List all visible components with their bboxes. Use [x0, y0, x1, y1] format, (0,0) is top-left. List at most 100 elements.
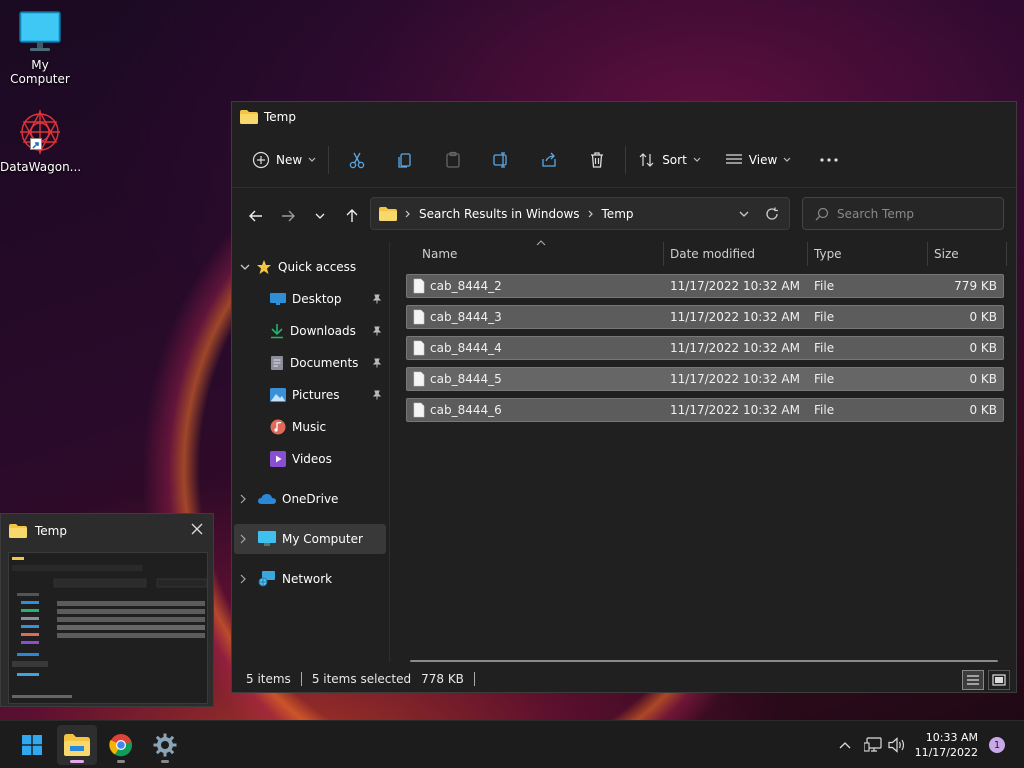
- file-name: cab_8444_4: [430, 341, 502, 355]
- copy-button[interactable]: [381, 144, 429, 176]
- new-button[interactable]: New: [244, 144, 324, 176]
- column-separator[interactable]: [807, 242, 808, 266]
- breadcrumb-item[interactable]: Search Results in Windows: [419, 207, 580, 221]
- details-view-button[interactable]: [962, 670, 984, 690]
- forward-button[interactable]: [272, 200, 304, 232]
- volume-icon[interactable]: [886, 737, 908, 753]
- paste-button[interactable]: [429, 144, 477, 176]
- file-row[interactable]: cab_8444_5 11/17/2022 10:32 AM File 0 KB: [406, 367, 1004, 391]
- status-separator: [300, 672, 302, 686]
- recent-locations-button[interactable]: [304, 200, 336, 232]
- sort-button[interactable]: Sort: [630, 144, 709, 176]
- sidebar-item-quick-access[interactable]: Quick access: [240, 252, 356, 282]
- file-name: cab_8444_5: [430, 372, 502, 386]
- new-button-label: New: [276, 152, 303, 167]
- file-date: 11/17/2022 10:32 AM: [670, 341, 800, 355]
- sidebar-item-pictures[interactable]: Pictures: [270, 380, 340, 410]
- refresh-icon[interactable]: [765, 207, 779, 221]
- file-date: 11/17/2022 10:32 AM: [670, 372, 800, 386]
- sidebar-item-videos[interactable]: Videos: [270, 444, 332, 474]
- back-button[interactable]: [240, 200, 272, 232]
- thumbnail-view-icon: [992, 674, 1006, 686]
- video-icon: [270, 451, 286, 467]
- pin-icon[interactable]: [372, 390, 382, 400]
- file-row[interactable]: cab_8444_3 11/17/2022 10:32 AM File 0 KB: [406, 305, 1004, 329]
- network-status-icon[interactable]: [860, 737, 886, 753]
- column-separator[interactable]: [1006, 242, 1007, 266]
- search-box[interactable]: Search Temp: [802, 197, 1004, 230]
- thumbnail-view-button[interactable]: [988, 670, 1010, 690]
- pin-icon[interactable]: [372, 294, 382, 304]
- sidebar-item-desktop[interactable]: Desktop: [270, 284, 342, 314]
- desktop-folder-icon: [270, 292, 286, 306]
- desktop-icon-my-computer[interactable]: My Computer: [0, 10, 80, 86]
- pin-icon[interactable]: [372, 326, 382, 336]
- sidebar-item-label: Desktop: [292, 292, 342, 306]
- close-icon[interactable]: [191, 523, 203, 535]
- column-header-type[interactable]: Type: [814, 242, 924, 266]
- chevron-up-icon[interactable]: [836, 741, 854, 749]
- notification-badge[interactable]: 1: [989, 737, 1005, 753]
- sidebar-item-label: My Computer: [282, 532, 363, 546]
- column-header-label: Date modified: [670, 247, 756, 261]
- column-separator[interactable]: [663, 242, 664, 266]
- rename-button[interactable]: [477, 144, 525, 176]
- file-icon: [413, 371, 425, 387]
- file-row[interactable]: cab_8444_4 11/17/2022 10:32 AM File 0 KB: [406, 336, 1004, 360]
- horizontal-scrollbar[interactable]: [410, 660, 998, 662]
- up-button[interactable]: [336, 200, 368, 232]
- search-placeholder: Search Temp: [837, 206, 915, 221]
- cut-button[interactable]: [333, 144, 381, 176]
- address-bar[interactable]: Search Results in Windows Temp: [370, 197, 790, 230]
- pin-icon[interactable]: [372, 358, 382, 368]
- file-type: File: [814, 403, 835, 417]
- breadcrumb-item[interactable]: Temp: [602, 207, 634, 221]
- column-header-date[interactable]: Date modified: [670, 242, 810, 266]
- taskbar-file-explorer[interactable]: [57, 725, 97, 765]
- taskbar-thumbnail-preview[interactable]: Temp: [0, 513, 214, 707]
- pane-divider[interactable]: [389, 242, 390, 662]
- pictures-icon: [270, 388, 286, 402]
- chevron-right-icon: [240, 494, 246, 504]
- column-header-label: Name: [422, 247, 458, 261]
- list-view-icon: [725, 153, 743, 167]
- taskbar-clock[interactable]: 10:33 AM 11/17/2022: [915, 730, 978, 760]
- sidebar-item-documents[interactable]: Documents: [270, 348, 358, 378]
- column-header-size[interactable]: Size: [934, 242, 1004, 266]
- active-indicator: [70, 760, 84, 763]
- window-title: Temp: [264, 110, 296, 124]
- running-indicator: [161, 760, 169, 763]
- desktop-icon-datawagon[interactable]: DataWagon...: [0, 108, 82, 174]
- clock-time: 10:33 AM: [925, 731, 978, 744]
- taskbar-chrome[interactable]: [101, 725, 141, 765]
- sidebar-item-onedrive[interactable]: OneDrive: [240, 484, 338, 514]
- window-title-bar[interactable]: Temp: [232, 102, 1016, 132]
- sidebar-item-network[interactable]: Network: [240, 564, 332, 594]
- datawagon-logo-icon: [16, 108, 64, 156]
- column-separator[interactable]: [927, 242, 928, 266]
- sidebar-item-my-computer[interactable]: My Computer: [234, 524, 386, 554]
- file-list: Name Date modified Type Size cab_8444_2 …: [392, 240, 1016, 662]
- sidebar-item-downloads[interactable]: Downloads: [270, 316, 356, 346]
- taskbar-settings[interactable]: [145, 725, 185, 765]
- view-toggle-group: [962, 670, 1010, 690]
- desktop-icon-label: DataWagon...: [0, 160, 82, 174]
- view-button[interactable]: View: [717, 144, 799, 176]
- start-button[interactable]: [12, 725, 52, 765]
- sidebar-item-music[interactable]: Music: [270, 412, 326, 442]
- file-type: File: [814, 310, 835, 324]
- music-icon: [270, 419, 286, 435]
- more-options-button[interactable]: [805, 144, 853, 176]
- item-count: 5 items: [246, 672, 291, 686]
- file-row[interactable]: cab_8444_2 11/17/2022 10:32 AM File 779 …: [406, 274, 1004, 298]
- sort-button-label: Sort: [662, 152, 687, 167]
- toolbar-separator: [328, 145, 330, 174]
- sidebar-item-label: Network: [282, 572, 333, 586]
- file-name: cab_8444_3: [430, 310, 502, 324]
- chevron-right-icon: [405, 210, 411, 218]
- share-button[interactable]: [525, 144, 573, 176]
- delete-button[interactable]: [573, 144, 621, 176]
- file-row[interactable]: cab_8444_6 11/17/2022 10:32 AM File 0 KB: [406, 398, 1004, 422]
- file-type: File: [814, 341, 835, 355]
- address-dropdown-button[interactable]: [739, 211, 749, 217]
